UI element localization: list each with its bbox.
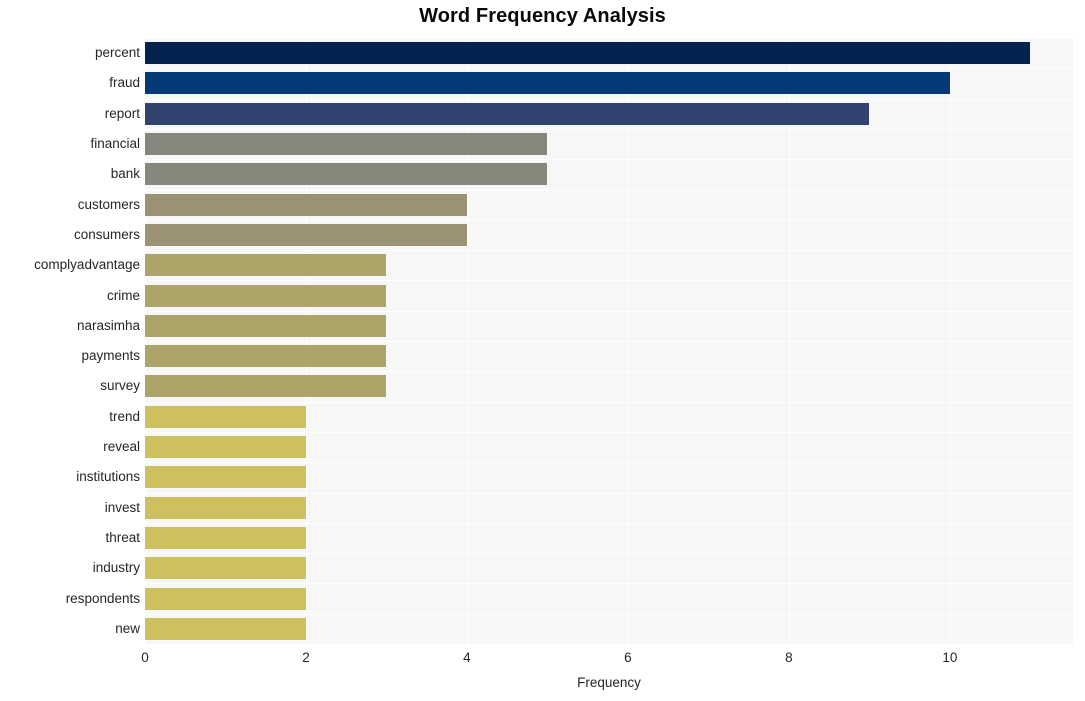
y-tick-label-bank: bank [110,166,140,182]
y-tick-label-complyadvantage: complyadvantage [34,257,140,273]
x-tick-label-10: 10 [942,650,958,665]
gridline-horizontal [145,38,1073,39]
bar-fraud[interactable] [145,72,950,95]
y-tick-label-new: new [115,620,140,636]
gridline-horizontal [145,250,1073,251]
y-tick-label-industry: industry [92,560,140,576]
gridline-horizontal [145,371,1073,372]
gridline-horizontal [145,583,1073,584]
x-tick-label-0: 0 [141,650,149,665]
gridline-horizontal [145,159,1073,160]
y-tick-label-institutions: institutions [76,469,140,485]
gridline-horizontal [145,493,1073,494]
gridline-horizontal [145,99,1073,100]
y-tick-label-reveal: reveal [103,439,140,455]
bar-respondents[interactable] [145,587,306,610]
bar-bank[interactable] [145,163,548,186]
y-tick-label-customers: customers [77,196,140,212]
bar-complyadvantage[interactable] [145,254,387,277]
x-axis-tick-labels: 0 2 4 6 8 10 [0,650,1085,672]
chart-title: Word Frequency Analysis [419,5,666,27]
y-tick-label-narasimha: narasimha [76,317,140,333]
bar-invest[interactable] [145,496,306,519]
bar-payments[interactable] [145,345,387,368]
gridline-horizontal [145,311,1073,312]
bar-survey[interactable] [145,375,387,398]
y-tick-label-crime: crime [107,287,140,303]
y-tick-label-consumers: consumers [73,226,140,242]
bar-reveal[interactable] [145,436,306,459]
y-tick-label-payments: payments [81,348,140,364]
gridline-horizontal [145,553,1073,554]
y-tick-label-fraud: fraud [109,75,140,91]
y-tick-label-respondents: respondents [65,590,140,606]
plot-area [145,38,1073,644]
gridline-horizontal [145,190,1073,191]
bar-crime[interactable] [145,284,387,307]
x-tick-label-2: 2 [302,650,310,665]
y-tick-label-threat: threat [105,529,140,545]
gridline-horizontal [145,68,1073,69]
bar-consumers[interactable] [145,223,467,246]
y-tick-label-survey: survey [100,378,140,394]
bar-report[interactable] [145,102,870,125]
gridline-horizontal [145,402,1073,403]
bar-financial[interactable] [145,133,548,156]
word-frequency-bar-chart: Word Frequency Analysis percent fraud repo… [0,0,1085,701]
bar-narasimha[interactable] [145,314,387,337]
gridline-horizontal [145,220,1073,221]
y-tick-label-financial: financial [90,136,140,152]
y-tick-label-percent: percent [94,45,140,61]
bar-new[interactable] [145,617,306,640]
x-axis-title: Frequency [577,675,641,690]
gridline-horizontal [145,129,1073,130]
bar-percent[interactable] [145,42,1031,65]
gridline-horizontal [145,280,1073,281]
y-tick-label-invest: invest [104,499,140,515]
bar-industry[interactable] [145,557,306,580]
bar-institutions[interactable] [145,466,306,489]
x-tick-label-4: 4 [463,650,471,665]
bar-customers[interactable] [145,193,467,216]
y-axis-tick-labels: percent fraud report financial bank customers… [0,38,140,644]
x-tick-label-8: 8 [785,650,793,665]
x-tick-label-6: 6 [624,650,632,665]
gridline-horizontal [145,614,1073,615]
bar-trend[interactable] [145,405,306,428]
gridline-horizontal [145,341,1073,342]
gridline-horizontal [145,523,1073,524]
bar-threat[interactable] [145,526,306,549]
y-tick-label-report: report [104,105,140,121]
y-tick-label-trend: trend [109,408,140,424]
gridline-horizontal [145,432,1073,433]
gridline-horizontal [145,462,1073,463]
